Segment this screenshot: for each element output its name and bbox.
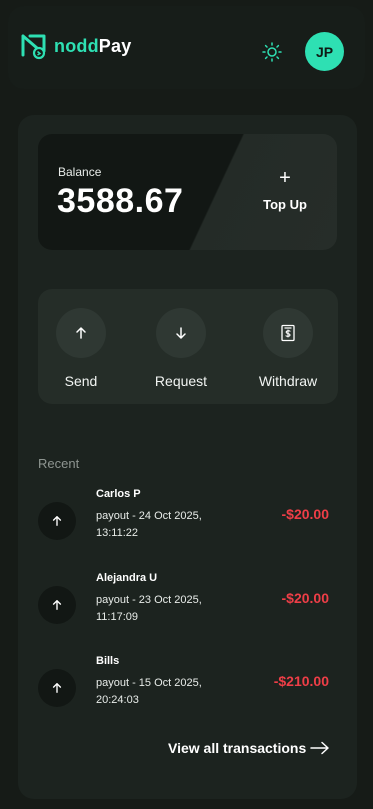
withdraw-label: Withdraw — [258, 373, 318, 389]
receipt-dollar-icon — [281, 324, 295, 342]
top-up-label: Top Up — [263, 197, 307, 212]
send-label: Send — [64, 373, 98, 389]
brand-name-part1: nodd — [54, 35, 99, 56]
withdraw-icon-circle — [263, 308, 313, 358]
transaction-name: Carlos P — [96, 488, 141, 500]
transaction-detail: payout - 15 Oct 2025, 20:24:03 — [96, 677, 202, 706]
noddpay-logo-icon — [21, 34, 46, 60]
request-icon-circle — [156, 308, 206, 358]
plus-icon: + — [279, 167, 291, 189]
transaction-detail: payout - 23 Oct 2025, 11:17:09 — [96, 594, 202, 623]
transaction-icon-circle — [38, 502, 76, 540]
transaction-detail: payout - 24 Oct 2025, 13:11:22 — [96, 510, 202, 539]
arrow-up-icon — [52, 600, 62, 610]
view-all-label: View all transactions — [168, 740, 307, 756]
brand-name: noddPay — [54, 36, 131, 57]
arrow-up-icon — [52, 516, 62, 526]
transaction-amount: -$210.00 — [273, 673, 329, 689]
transaction-row[interactable]: Carlos P payout - 24 Oct 2025, 13:11:22 … — [38, 488, 338, 552]
balance-card: Balance 3588.67 + Top Up — [38, 134, 337, 250]
balance-value: 3588.67 — [57, 182, 184, 220]
sun-icon — [262, 42, 282, 62]
request-label: Request — [154, 373, 208, 389]
transaction-row[interactable]: Bills payout - 15 Oct 2025, 20:24:03 -$2… — [38, 655, 338, 719]
arrow-right-icon — [310, 741, 329, 755]
transaction-icon-circle — [38, 586, 76, 624]
quick-actions: Send Request Withdraw — [38, 289, 338, 404]
main-panel: Balance 3588.67 + Top Up Send Request Wi… — [18, 115, 357, 799]
arrow-down-icon — [176, 327, 186, 339]
view-all-transactions-link[interactable]: View all transactions — [168, 740, 330, 756]
send-icon-circle — [56, 308, 106, 358]
recent-title: Recent — [38, 456, 80, 471]
theme-toggle-button[interactable] — [258, 38, 286, 66]
balance-label: Balance — [58, 165, 102, 179]
transaction-icon-circle — [38, 669, 76, 707]
transaction-name: Alejandra U — [96, 572, 158, 584]
withdraw-button[interactable]: Withdraw — [243, 308, 333, 389]
avatar[interactable]: JP — [305, 32, 344, 71]
send-button[interactable]: Send — [36, 308, 126, 389]
arrow-up-icon — [52, 683, 62, 693]
transaction-row[interactable]: Alejandra U payout - 23 Oct 2025, 11:17:… — [38, 572, 338, 636]
arrow-up-icon — [76, 327, 86, 339]
brand-name-part2: Pay — [98, 35, 132, 56]
request-button[interactable]: Request — [136, 308, 226, 389]
brand-logo[interactable]: noddPay — [20, 32, 131, 60]
transaction-amount: -$20.00 — [281, 506, 329, 522]
top-up-button[interactable]: + Top Up — [258, 167, 312, 212]
transaction-amount: -$20.00 — [281, 590, 329, 606]
transaction-name: Bills — [96, 655, 120, 667]
